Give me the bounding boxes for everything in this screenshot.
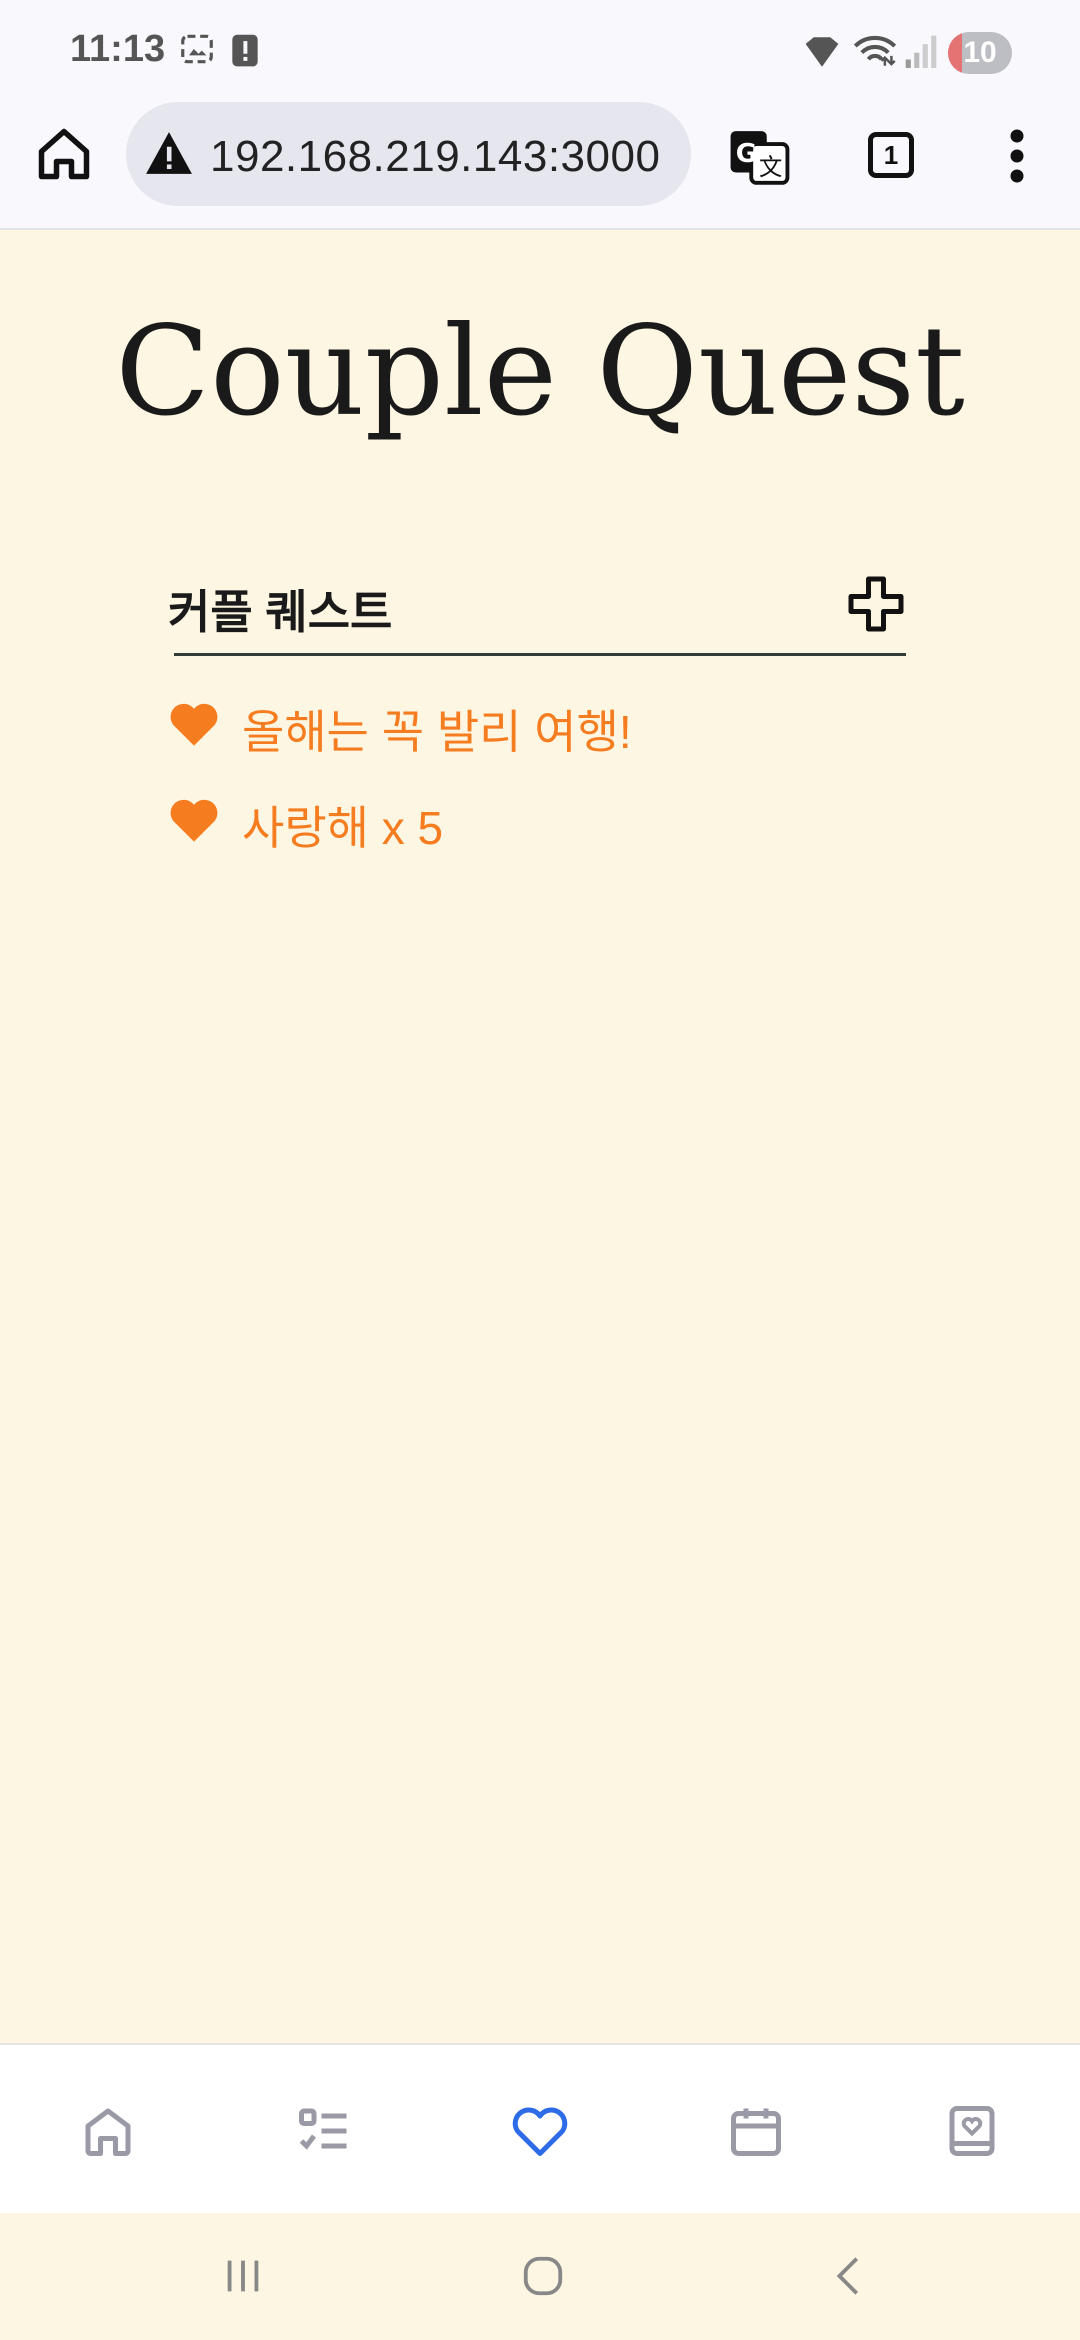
translate-button[interactable]: G文: [728, 126, 790, 188]
status-time: 11:13: [70, 28, 166, 70]
home-outline-icon: [78, 2108, 138, 2165]
warning-icon[interactable]: [144, 130, 194, 181]
quest-item[interactable]: 사랑해 x 5: [168, 788, 908, 884]
browser-menu-button[interactable]: [1004, 126, 1030, 186]
home-circle-icon: [520, 2256, 566, 2303]
quest-item[interactable]: 올해는 꼭 발리 여행!: [168, 692, 908, 788]
bottom-navigation: [0, 2043, 1080, 2213]
system-navigation: [0, 2213, 1080, 2340]
quest-label: 올해는 꼭 발리 여행!: [242, 706, 632, 758]
battery-level: 10: [963, 36, 997, 69]
nav-checklist-button[interactable]: [294, 2101, 354, 2161]
address-bar[interactable]: 192.168.219.143:3000: [126, 102, 691, 206]
browser-home-button[interactable]: [34, 124, 94, 184]
system-home-button[interactable]: [520, 2253, 566, 2304]
plus-icon: [846, 576, 906, 638]
alert-icon: [228, 30, 262, 73]
tab-switcher-button[interactable]: 1: [868, 132, 914, 178]
quest-section-header: 커플 퀘스트: [168, 570, 906, 656]
url-text: 192.168.219.143:3000: [210, 132, 661, 181]
checklist-icon: [294, 2108, 354, 2165]
page-title: Couple Quest: [115, 300, 965, 444]
heart-icon: [168, 698, 220, 750]
status-bar: 11:13 10: [0, 0, 1080, 96]
signal-icon: [904, 32, 938, 75]
svg-text:文: 文: [759, 154, 782, 181]
section-title: 커플 퀘스트: [168, 586, 393, 638]
home-icon: [34, 128, 94, 188]
back-icon: [826, 2257, 872, 2303]
svg-text:G: G: [736, 139, 757, 169]
heart-outline-icon: [510, 2107, 570, 2165]
quest-list: 올해는 꼭 발리 여행! 사랑해 x 5: [168, 692, 908, 884]
nav-home-button[interactable]: [78, 2101, 138, 2161]
nav-diary-button[interactable]: [942, 2101, 1002, 2161]
wifi-icon: [852, 32, 898, 75]
heart-icon: [168, 794, 220, 846]
recents-icon: [220, 2260, 266, 2303]
heart-book-icon: [942, 2106, 1002, 2165]
nav-quest-button[interactable]: [510, 2101, 570, 2161]
back-button[interactable]: [826, 2253, 872, 2304]
recents-button[interactable]: [220, 2253, 266, 2304]
more-vert-icon: [1004, 129, 1030, 190]
screenshot-icon: [178, 30, 216, 73]
add-quest-button[interactable]: [846, 574, 906, 634]
quest-label: 사랑해 x 5: [242, 802, 444, 854]
vpn-icon: [802, 34, 842, 75]
calendar-icon: [726, 2108, 786, 2165]
translate-icon: G文: [728, 131, 790, 192]
nav-calendar-button[interactable]: [726, 2101, 786, 2161]
browser-toolbar: 192.168.219.143:3000 G文 1: [0, 96, 1080, 230]
battery-indicator: 10: [948, 32, 1012, 74]
